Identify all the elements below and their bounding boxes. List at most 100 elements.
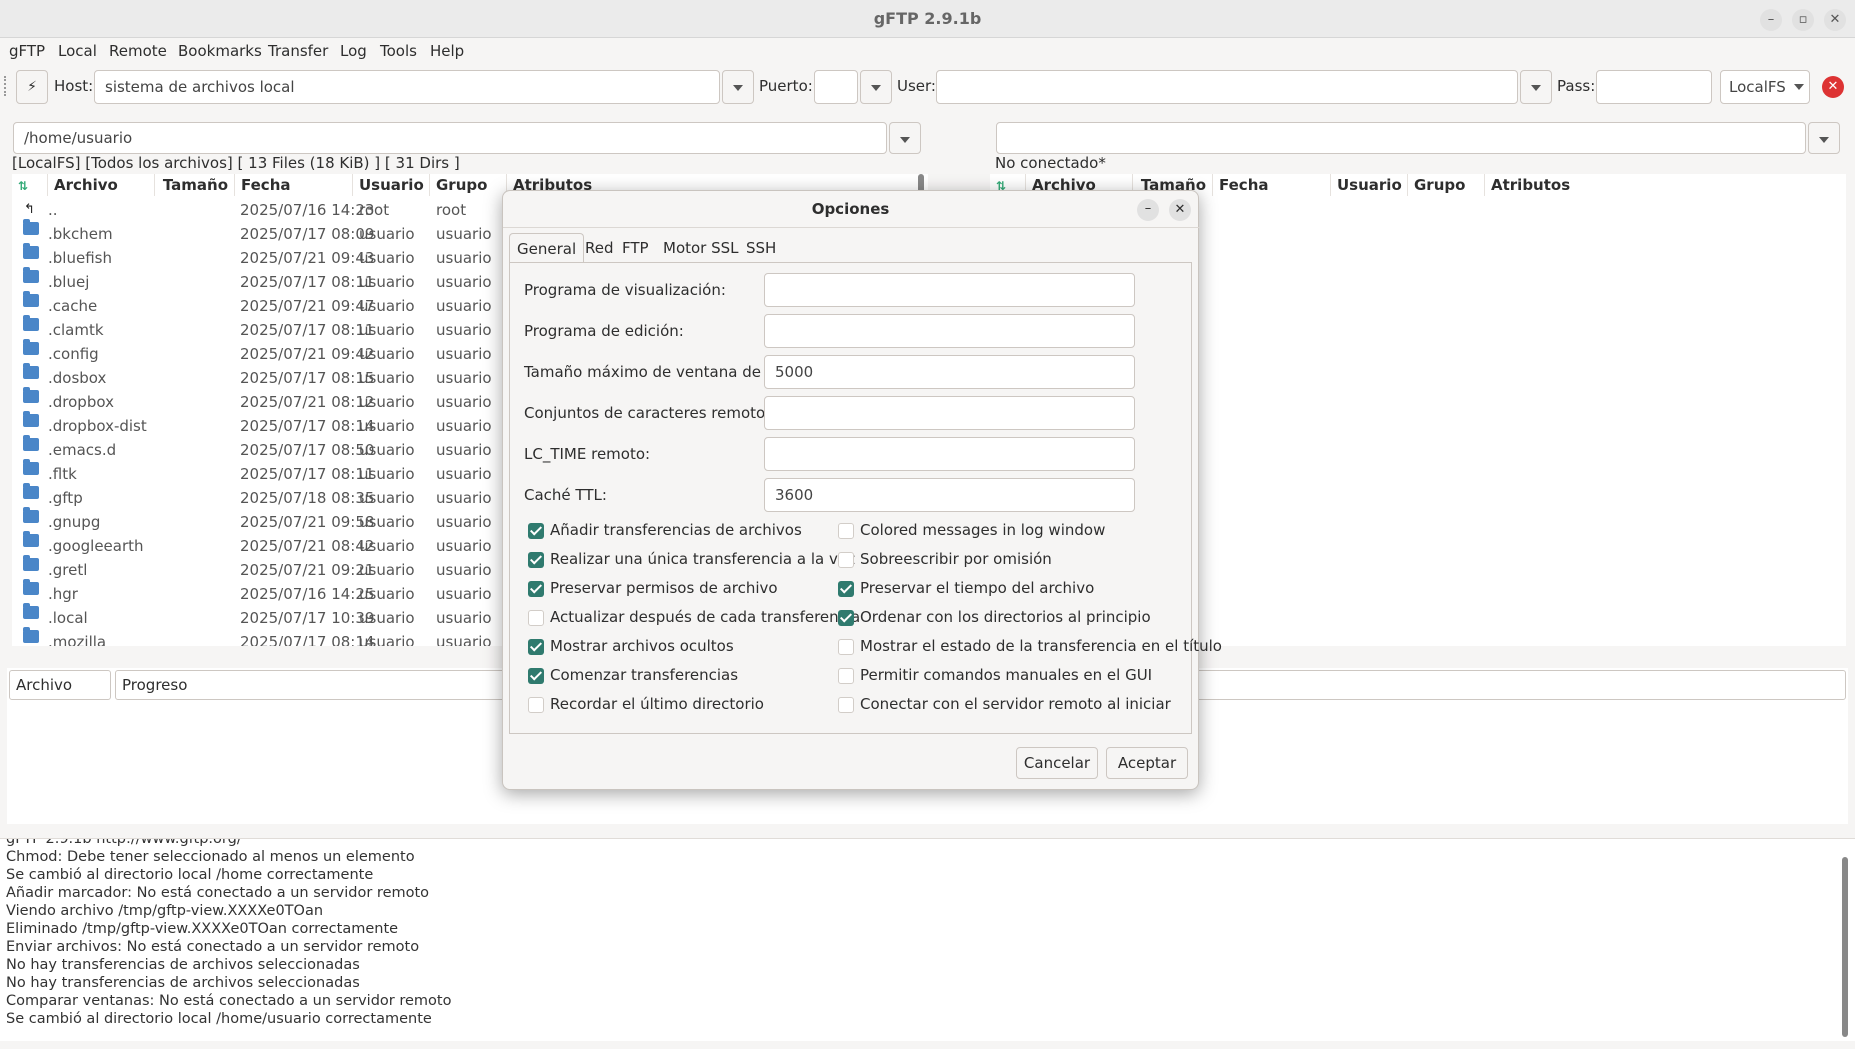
- remote-path-input[interactable]: [996, 122, 1806, 154]
- checkbox[interactable]: [838, 523, 854, 539]
- checkbox-label[interactable]: Sobreescribir por omisión: [860, 550, 1052, 568]
- menu-help[interactable]: Help: [430, 42, 464, 60]
- log-line: gFTP 2.9.1b http://www.gftp.org/: [6, 838, 242, 847]
- menu-tools[interactable]: Tools: [380, 42, 417, 60]
- close-window-button[interactable]: ✕: [1824, 9, 1846, 31]
- remote-col-grupo[interactable]: Grupo: [1408, 174, 1485, 196]
- local-path-dropdown[interactable]: [889, 122, 921, 154]
- file-group: usuario: [436, 321, 492, 339]
- checks-right: Colored messages in log window Sobreescri…: [510, 263, 1222, 733]
- connection-toolbar: ⚡ Host: sistema de archivos local Puerto…: [0, 64, 1855, 110]
- pass-input[interactable]: [1596, 70, 1712, 104]
- file-name: .googleearth: [48, 537, 144, 555]
- maximize-button[interactable]: ▫: [1792, 9, 1814, 31]
- file-user: usuario: [359, 561, 415, 579]
- col-archivo[interactable]: Archivo: [48, 174, 155, 196]
- file-group: root: [436, 201, 467, 219]
- menu-local[interactable]: Local: [58, 42, 97, 60]
- file-date: 2025/07/21 08:12: [240, 393, 375, 411]
- cancel-button[interactable]: Cancelar: [1016, 747, 1098, 779]
- local-path-input[interactable]: /home/usuario: [13, 122, 887, 154]
- log-line: Se cambió al directorio local /home/usua…: [6, 1011, 432, 1027]
- checkbox-label[interactable]: Mostrar el estado de la transferencia en…: [860, 637, 1222, 655]
- file-user: usuario: [359, 225, 415, 243]
- file-name: .dropbox: [48, 393, 114, 411]
- checkbox-label[interactable]: Colored messages in log window: [860, 521, 1105, 539]
- log-scrollbar[interactable]: [1842, 857, 1848, 1037]
- file-date: 2025/07/21 09:43: [240, 249, 375, 267]
- file-group: usuario: [436, 297, 492, 315]
- pass-label: Pass:: [1557, 77, 1596, 95]
- file-user: usuario: [359, 585, 415, 603]
- tab-ftp[interactable]: FTP: [615, 233, 656, 263]
- file-date: 2025/07/16 14:25: [240, 585, 375, 603]
- file-name: .clamtk: [48, 321, 104, 339]
- dialog-title: Opciones: [811, 200, 890, 218]
- file-date: 2025/07/18 08:35: [240, 489, 375, 507]
- file-date: 2025/07/17 08:15: [240, 369, 375, 387]
- menu-remote[interactable]: Remote: [109, 42, 167, 60]
- col-usuario[interactable]: Usuario: [353, 174, 430, 196]
- checkbox[interactable]: [838, 697, 854, 713]
- host-input[interactable]: sistema de archivos local: [94, 70, 720, 104]
- folder-icon: [23, 627, 39, 643]
- remote-col-fecha[interactable]: Fecha: [1213, 174, 1331, 196]
- file-name: .gftp: [48, 489, 83, 507]
- port-history-dropdown[interactable]: [860, 70, 892, 104]
- checkbox-label[interactable]: Preservar el tiempo del archivo: [860, 579, 1094, 597]
- sort-icon[interactable]: ⇅: [12, 174, 48, 196]
- col-tamano[interactable]: Tamaño: [155, 174, 235, 196]
- title-bar: gFTP 2.9.1b – ▫ ✕: [0, 0, 1855, 38]
- checkbox[interactable]: [838, 668, 854, 684]
- file-group: usuario: [436, 273, 492, 291]
- dialog-minimize-button[interactable]: –: [1137, 199, 1159, 221]
- host-history-dropdown[interactable]: [722, 70, 754, 104]
- menu-gftp[interactable]: gFTP: [9, 42, 45, 60]
- file-name: .gnupg: [48, 513, 101, 531]
- checkbox-label[interactable]: Permitir comandos manuales en el GUI: [860, 666, 1152, 684]
- stop-icon[interactable]: ✕: [1822, 76, 1844, 98]
- port-input[interactable]: [814, 70, 858, 104]
- minimize-button[interactable]: –: [1760, 9, 1782, 31]
- file-name: .fltk: [48, 465, 77, 483]
- tab-ssh[interactable]: SSH: [739, 233, 783, 263]
- folder-icon: [23, 579, 39, 595]
- remote-col-atributos[interactable]: Atributos: [1485, 174, 1846, 196]
- file-name: .bkchem: [48, 225, 113, 243]
- file-group: usuario: [436, 633, 492, 646]
- accept-button[interactable]: Aceptar: [1106, 747, 1188, 779]
- menu-bookmarks[interactable]: Bookmarks: [178, 42, 262, 60]
- checkbox-label[interactable]: Conectar con el servidor remoto al inici…: [860, 695, 1171, 713]
- file-date: 2025/07/16 14:23: [240, 201, 375, 219]
- folder-icon: [23, 291, 39, 307]
- checkbox[interactable]: [838, 581, 854, 597]
- menu-log[interactable]: Log: [340, 42, 367, 60]
- checkbox-label[interactable]: Ordenar con los directorios al principio: [860, 608, 1151, 626]
- checkbox[interactable]: [838, 610, 854, 626]
- file-date: 2025/07/17 08:11: [240, 273, 375, 291]
- host-label: Host:: [54, 77, 94, 95]
- remote-path-dropdown[interactable]: [1808, 122, 1840, 154]
- options-dialog: Opciones – ✕ General Red FTP Motor SSL S…: [502, 190, 1222, 790]
- col-fecha[interactable]: Fecha: [235, 174, 353, 196]
- remote-col-usuario[interactable]: Usuario: [1331, 174, 1408, 196]
- tab-motor-ssl[interactable]: Motor SSL: [656, 233, 746, 263]
- connect-button[interactable]: ⚡: [16, 70, 48, 104]
- file-date: 2025/07/21 09:58: [240, 513, 375, 531]
- file-name: ..: [48, 201, 58, 219]
- tab-general[interactable]: General: [509, 233, 585, 263]
- transfer-col-file[interactable]: Archivo: [9, 670, 111, 700]
- protocol-value: LocalFS: [1729, 78, 1786, 96]
- folder-icon: [23, 267, 39, 283]
- folder-icon: [23, 219, 39, 235]
- checkbox[interactable]: [838, 639, 854, 655]
- file-group: usuario: [436, 417, 492, 435]
- menu-transfer[interactable]: Transfer: [268, 42, 328, 60]
- user-history-dropdown[interactable]: [1520, 70, 1552, 104]
- user-input[interactable]: [936, 70, 1518, 104]
- checkbox[interactable]: [838, 552, 854, 568]
- file-name: .hgr: [48, 585, 78, 603]
- dialog-close-button[interactable]: ✕: [1169, 199, 1191, 221]
- file-user: usuario: [359, 345, 415, 363]
- col-grupo[interactable]: Grupo: [430, 174, 507, 196]
